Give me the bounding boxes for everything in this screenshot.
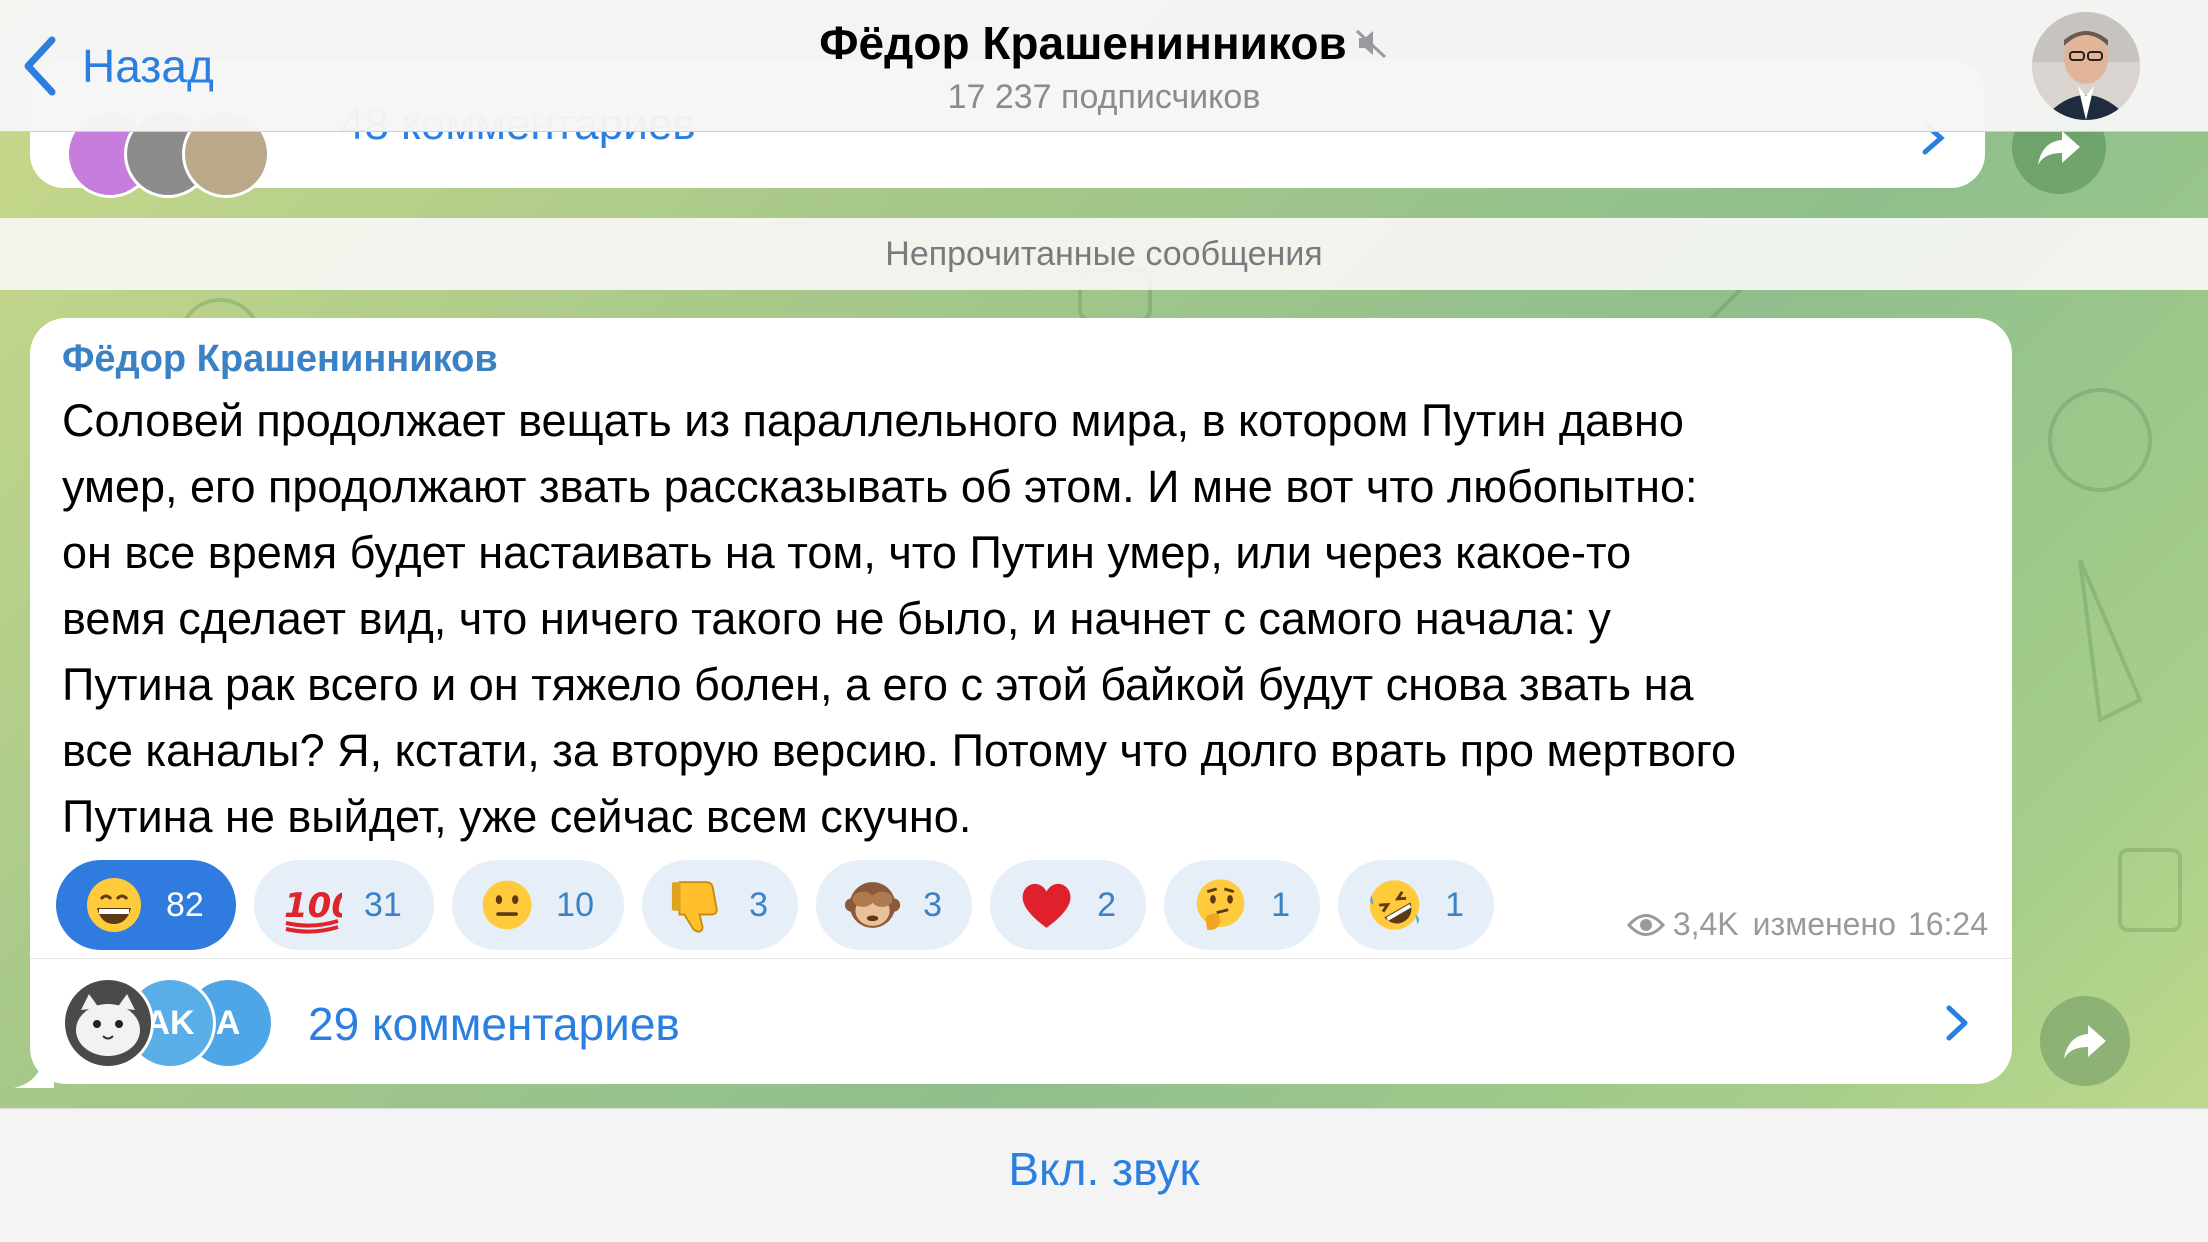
reaction-count: 3 xyxy=(923,885,942,924)
reaction-count: 10 xyxy=(556,885,594,924)
reaction-count: 1 xyxy=(1445,885,1464,924)
eye-icon xyxy=(1626,913,1665,936)
share-arrow-icon xyxy=(2038,131,2080,165)
reaction-neutral[interactable]: 10 xyxy=(452,860,624,950)
reaction-count: 31 xyxy=(364,885,402,924)
reaction-rofl[interactable]: 1 xyxy=(1338,860,1494,950)
edited-label: изменено xyxy=(1752,906,1896,942)
message-bubble[interactable]: Фёдор Крашенинников Соловей продолжает в… xyxy=(30,318,2012,1084)
reaction-monkey[interactable]: 3 xyxy=(816,860,972,950)
message-author[interactable]: Фёдор Крашенинников xyxy=(62,338,498,381)
unmute-button[interactable]: Вкл. звук xyxy=(1008,1142,1199,1196)
reaction-hundred[interactable]: 100 31 xyxy=(254,860,434,950)
message-line: Соловей продолжает вещать из параллельно… xyxy=(62,395,1684,446)
message-line: все каналы? Я, кстати, за вторую версию.… xyxy=(62,725,1737,776)
share-button[interactable] xyxy=(2040,996,2130,1086)
comments-count-label: 29 комментариев xyxy=(308,998,680,1050)
avatar xyxy=(62,977,154,1069)
neutral-face-icon xyxy=(482,880,532,930)
speaker-muted-icon xyxy=(1355,29,1386,59)
chat-header: Назад Фёдор Крашенинников 17 237 подписч… xyxy=(0,0,2208,132)
message-line: он все время будет настаивать на том, чт… xyxy=(62,527,1632,578)
header-title-block[interactable]: Фёдор Крашенинников 17 237 подписчиков xyxy=(0,16,2208,117)
message-text: Соловей продолжает вещать из параллельно… xyxy=(62,388,2002,850)
chevron-right-icon xyxy=(1946,1005,1968,1041)
reaction-count: 1 xyxy=(1271,885,1290,924)
see-no-evil-monkey-icon xyxy=(844,882,901,928)
svg-text:100: 100 xyxy=(284,886,342,926)
cat-photo-icon xyxy=(65,980,151,1066)
message-line: вемя сделает вид, что ничего такого не б… xyxy=(62,593,1611,644)
reactions-bar: 82 100 31 10 3 xyxy=(56,860,1494,950)
reaction-count: 2 xyxy=(1097,885,1116,924)
message-line: умер, его продолжают звать рассказывать … xyxy=(62,461,1698,512)
message-meta: 3,4K изменено 16:24 xyxy=(1626,906,1988,943)
subscriber-count: 17 237 подписчиков xyxy=(947,78,1261,116)
rolling-laughing-face-icon xyxy=(1369,880,1420,930)
reaction-grinning[interactable]: 82 xyxy=(56,860,236,950)
reaction-count: 82 xyxy=(166,885,204,924)
message-line: Путина рак всего и он тяжело болен, а ег… xyxy=(62,659,1694,710)
unread-messages-divider: Непрочитанные сообщения xyxy=(0,218,2208,290)
reaction-thinking[interactable]: 1 xyxy=(1164,860,1320,950)
channel-avatar[interactable] xyxy=(2032,12,2140,120)
message-time: 16:24 xyxy=(1907,906,1988,942)
bottom-bar: Вкл. звук xyxy=(0,1108,2208,1242)
thinking-face-icon xyxy=(1196,879,1245,931)
channel-title-row: Фёдор Крашенинников xyxy=(819,16,1388,70)
red-heart-icon xyxy=(1022,883,1071,928)
channel-title: Фёдор Крашенинников xyxy=(819,17,1347,69)
hundred-points-icon: 100 xyxy=(284,886,342,934)
reaction-count: 3 xyxy=(749,885,768,924)
person-photo-icon xyxy=(2032,12,2140,120)
message-line: Путина не выйдет, уже сейчас всем скучно… xyxy=(62,791,972,842)
grinning-face-icon xyxy=(87,878,141,932)
comments-button[interactable]: AK A 29 комментариев xyxy=(30,959,2012,1084)
reaction-heart[interactable]: 2 xyxy=(990,860,1146,950)
reaction-thumbs-down[interactable]: 3 xyxy=(642,860,798,950)
view-count: 3,4K xyxy=(1672,906,1739,942)
thumbs-down-icon xyxy=(671,881,718,933)
share-arrow-icon xyxy=(2064,1025,2106,1059)
